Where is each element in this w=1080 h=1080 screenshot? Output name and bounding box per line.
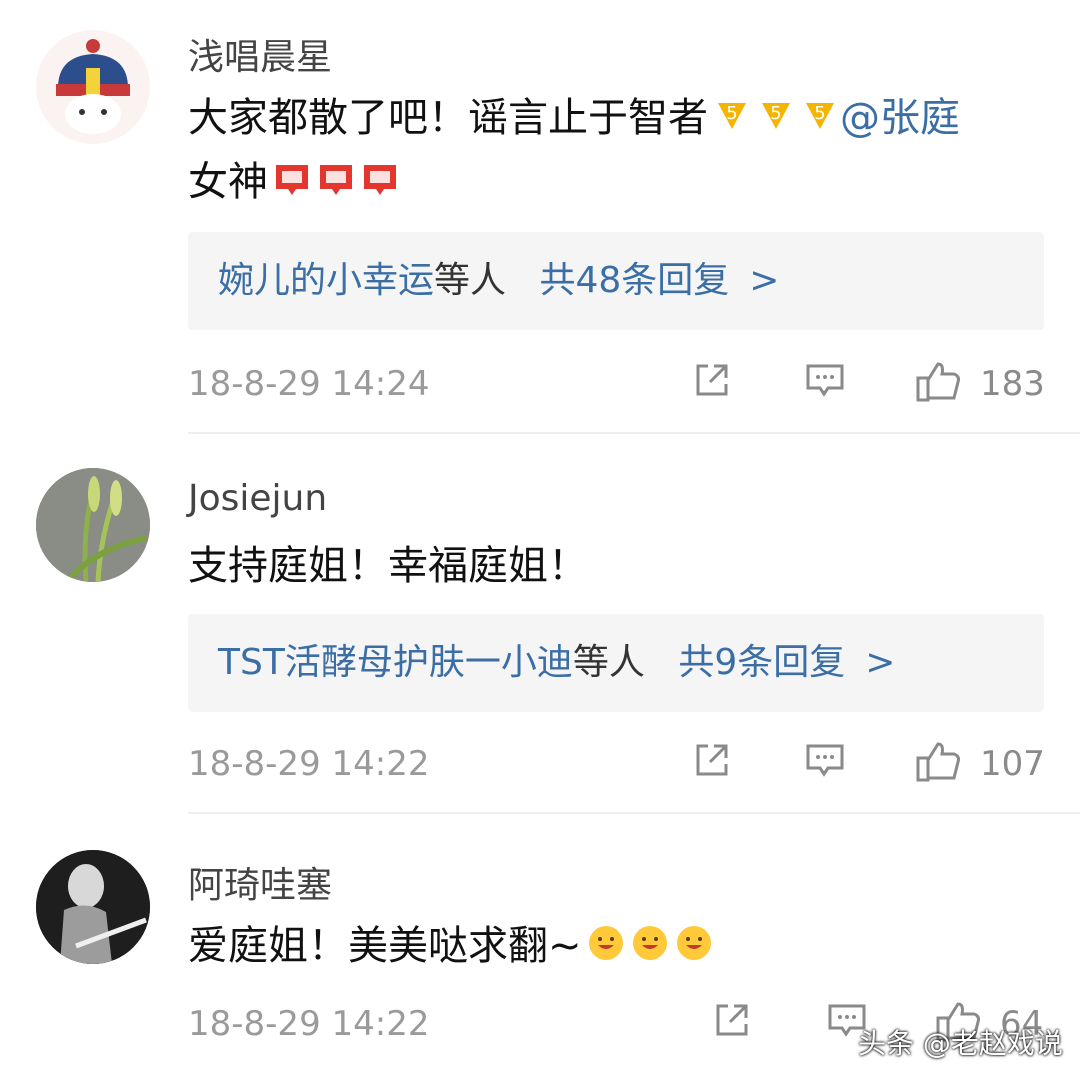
emoji-smile-icon bbox=[626, 923, 670, 969]
comment-text: 大家都散了吧！谣言止于智者 5 5 5 @张庭 女神 bbox=[188, 86, 1048, 214]
like-icon[interactable] bbox=[914, 360, 962, 413]
username[interactable]: 浅唱晨星 bbox=[188, 28, 332, 80]
timestamp: 18-8-29 14:24 bbox=[188, 364, 430, 404]
watermark: 头条 @老赵戏说 bbox=[858, 1027, 1063, 1060]
reply-suffix: 等人 bbox=[572, 642, 645, 683]
reply-user[interactable]: TST活酵母护肤一小迪 bbox=[218, 642, 573, 683]
emoji-fight-icon bbox=[268, 159, 312, 205]
comment-icon[interactable] bbox=[804, 360, 846, 409]
emoji-fight-icon bbox=[356, 159, 400, 205]
replies-summary-button[interactable]: 婉儿的小幸运等人 共48条回复 > bbox=[188, 232, 1044, 330]
username[interactable]: Josiejun bbox=[188, 478, 327, 519]
emoji-5-icon: 5 bbox=[796, 95, 840, 141]
avatar[interactable] bbox=[36, 850, 150, 964]
comment-text-line: 女神 bbox=[188, 159, 268, 205]
comment-text-line: 大家都散了吧！谣言止于智者 bbox=[188, 95, 708, 141]
like-count: 107 bbox=[980, 744, 1045, 784]
comment-text: 爱庭姐！美美哒求翻~ bbox=[188, 914, 1048, 978]
emoji-smile-icon bbox=[582, 923, 626, 969]
comment-text-line: 爱庭姐！美美哒求翻~ bbox=[188, 923, 582, 969]
replies-summary-button[interactable]: TST活酵母护肤一小迪等人 共9条回复 > bbox=[188, 614, 1044, 712]
comment-icon[interactable] bbox=[804, 740, 846, 789]
timestamp: 18-8-29 14:22 bbox=[188, 1004, 430, 1044]
svg-text:5: 5 bbox=[726, 103, 737, 124]
comment-meta: 18-8-29 14:24 183 bbox=[188, 356, 1045, 416]
share-icon[interactable] bbox=[692, 360, 732, 409]
chevron-right-icon: > bbox=[749, 260, 780, 301]
timestamp: 18-8-29 14:22 bbox=[188, 744, 430, 784]
share-icon[interactable] bbox=[712, 1000, 752, 1049]
chevron-right-icon: > bbox=[865, 642, 896, 683]
comment-item: Josiejun 支持庭姐！幸福庭姐！ TST活酵母护肤一小迪等人 共9条回复 >… bbox=[0, 434, 1080, 814]
emoji-5-icon: 5 bbox=[752, 95, 796, 141]
comment-item: 浅唱晨星 大家都散了吧！谣言止于智者 5 5 5 @张庭 女神 婉儿的小幸运等人 共48… bbox=[0, 0, 1080, 434]
svg-text:5: 5 bbox=[814, 103, 825, 124]
like-icon[interactable] bbox=[914, 740, 962, 793]
reply-count: 共48条回复 bbox=[539, 260, 730, 301]
share-icon[interactable] bbox=[692, 740, 732, 789]
reply-suffix: 等人 bbox=[434, 260, 507, 301]
reply-count: 共9条回复 bbox=[678, 642, 846, 683]
username[interactable]: 阿琦哇塞 bbox=[188, 856, 332, 908]
svg-text:5: 5 bbox=[770, 103, 781, 124]
avatar[interactable] bbox=[36, 30, 150, 144]
mention-link[interactable]: @张庭 bbox=[840, 95, 960, 141]
reply-user[interactable]: 婉儿的小幸运 bbox=[218, 260, 434, 301]
comment-meta: 18-8-29 14:22 107 bbox=[188, 736, 1045, 796]
emoji-smile-icon bbox=[670, 923, 714, 969]
like-count: 183 bbox=[980, 364, 1045, 404]
comment-text: 支持庭姐！幸福庭姐！ bbox=[188, 543, 588, 589]
avatar[interactable] bbox=[36, 468, 150, 582]
emoji-fight-icon bbox=[312, 159, 356, 205]
emoji-5-icon: 5 bbox=[708, 95, 752, 141]
